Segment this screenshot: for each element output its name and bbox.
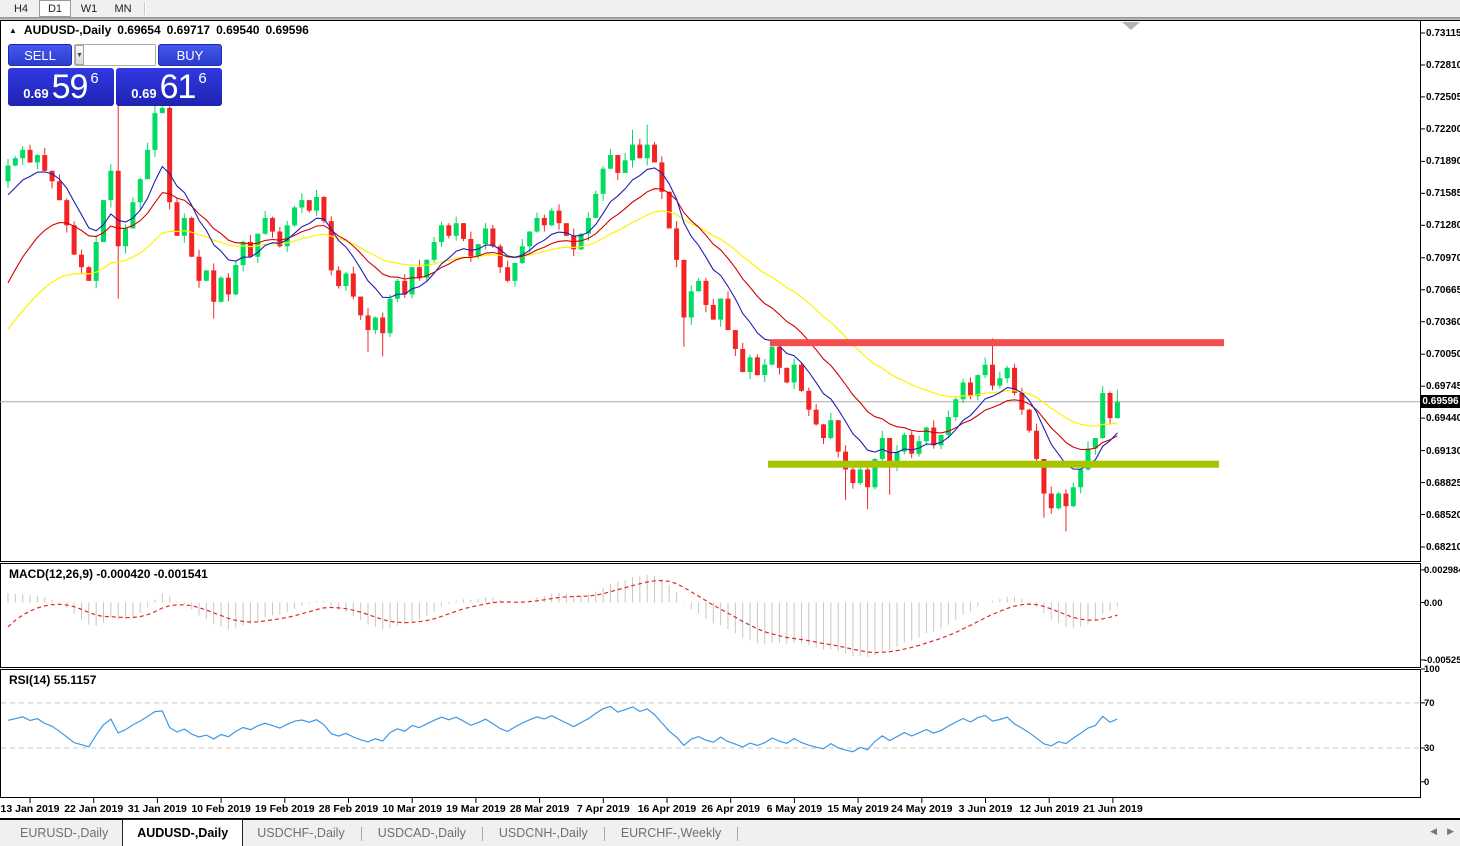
sell-price-big: 59 — [52, 69, 88, 105]
price-axis-label: 0.69130 — [1426, 446, 1460, 457]
volume-stepper: ▼ ▲ — [74, 44, 156, 66]
symbol-tab-usdchf[interactable]: USDCHF-,Daily — [243, 821, 359, 846]
price-axis-label: 0.70970 — [1426, 253, 1460, 264]
date-axis-label: 10 Feb 2019 — [191, 803, 251, 815]
toolbar-separator — [144, 2, 145, 15]
price-axis-label: 0.69745 — [1426, 381, 1460, 392]
price-axis-label: 0.73115 — [1426, 28, 1460, 39]
date-axis-label: 28 Feb 2019 — [319, 803, 379, 815]
rsi-value: 55.1157 — [54, 673, 97, 687]
price-axis-label: 0.70050 — [1426, 349, 1460, 360]
price-axis-label: 0.71890 — [1426, 156, 1460, 167]
date-axis-label: 6 May 2019 — [767, 803, 822, 815]
price-axis-label: 0.72505 — [1426, 92, 1460, 103]
rsi-axis-label: 30 — [1424, 743, 1460, 754]
timeframe-buttons: H4D1W1MN — [4, 0, 140, 17]
tab-separator — [482, 827, 483, 841]
toolbar-divider — [0, 17, 1460, 20]
date-axis-label: 15 May 2019 — [827, 803, 888, 815]
timeframe-button-d1[interactable]: D1 — [39, 0, 71, 17]
ohlc-low: 0.69540 — [216, 23, 259, 37]
date-axis-label: 19 Mar 2019 — [446, 803, 506, 815]
price-axis-label: 0.70360 — [1426, 317, 1460, 328]
macd-axis-label: 0.00 — [1424, 598, 1460, 609]
ohlc-close: 0.69596 — [265, 23, 308, 37]
tab-separator — [737, 827, 738, 841]
price-axis-label: 0.68520 — [1426, 510, 1460, 521]
symbol-tab-usdcad[interactable]: USDCAD-,Daily — [364, 821, 480, 846]
date-axis-label: 7 Apr 2019 — [577, 803, 630, 815]
date-axis-label: 28 Mar 2019 — [510, 803, 570, 815]
macd-axis-label: 0.002984 — [1424, 565, 1460, 576]
symbol-tabbar: EURUSD-,DailyAUDUSD-,DailyUSDCHF-,DailyU… — [0, 819, 1460, 846]
buy-price-sup: 6 — [198, 70, 206, 87]
support-line[interactable] — [768, 461, 1219, 468]
tab-scroll-left-icon[interactable]: ◀ — [1430, 826, 1437, 837]
timeframe-button-w1[interactable]: W1 — [73, 0, 105, 17]
buy-price-big: 61 — [160, 69, 196, 105]
buy-button[interactable]: BUY — [158, 44, 222, 66]
timeframe-button-mn[interactable]: MN — [107, 0, 139, 17]
rsi-axis-label: 100 — [1424, 664, 1460, 675]
rsi-name: RSI(14) — [9, 673, 50, 687]
sell-price-button[interactable]: 0.69 59 6 — [8, 68, 114, 106]
date-axis-label: 24 May 2019 — [891, 803, 952, 815]
resistance-line[interactable] — [770, 339, 1224, 346]
volume-decrease-icon[interactable]: ▼ — [75, 45, 84, 65]
price-axis-label: 0.69440 — [1426, 413, 1460, 424]
mt4-window: H4D1W1MN ▲ AUDUSD-,Daily 0.69654 0.69717… — [0, 0, 1460, 846]
tab-separator — [361, 827, 362, 841]
price-axis-label: 0.71280 — [1426, 220, 1460, 231]
sell-button[interactable]: SELL — [8, 44, 72, 66]
price-axis-label: 0.70665 — [1426, 285, 1460, 296]
macd-name: MACD(12,26,9) — [9, 567, 93, 581]
date-axis-label: 16 Apr 2019 — [638, 803, 697, 815]
one-click-trade-panel: SELL ▼ ▲ BUY 0.69 59 6 0.69 61 6 — [8, 44, 222, 106]
price-axis-label: 0.71585 — [1426, 188, 1460, 199]
date-axis-label: 13 Jan 2019 — [1, 803, 60, 815]
chart-canvas[interactable] — [0, 0, 1460, 846]
rsi-label: RSI(14) 55.1157 — [9, 673, 96, 687]
sell-price-prefix: 0.69 — [23, 86, 48, 101]
sell-price-sup: 6 — [90, 70, 98, 87]
volume-input[interactable] — [84, 45, 156, 65]
macd-label: MACD(12,26,9) -0.000420 -0.001541 — [9, 567, 208, 581]
ohlc-high: 0.69717 — [167, 23, 210, 37]
symbol-tabs: EURUSD-,DailyAUDUSD-,DailyUSDCHF-,DailyU… — [6, 820, 740, 846]
buy-price-button[interactable]: 0.69 61 6 — [116, 68, 222, 106]
price-axis-label: 0.72810 — [1426, 60, 1460, 71]
date-axis-label: 12 Jun 2019 — [1019, 803, 1079, 815]
price-axis-label: 0.72200 — [1426, 124, 1460, 135]
tab-scroll-controls: ◀ ▶ — [1430, 826, 1454, 837]
ohlc-open: 0.69654 — [117, 23, 160, 37]
date-axis-label: 19 Feb 2019 — [255, 803, 315, 815]
rsi-axis-label: 70 — [1424, 698, 1460, 709]
symbol-tab-audusd[interactable]: AUDUSD-,Daily — [122, 819, 243, 846]
chart-symbol: AUDUSD-,Daily — [24, 23, 111, 37]
date-axis-label: 21 Jun 2019 — [1083, 803, 1143, 815]
date-axis-label: 10 Mar 2019 — [382, 803, 442, 815]
price-axis-label: 0.68210 — [1426, 542, 1460, 553]
date-axis-label: 26 Apr 2019 — [701, 803, 760, 815]
symbol-tab-eurchf[interactable]: EURCHF-,Weekly — [607, 821, 735, 846]
date-axis-label: 3 Jun 2019 — [959, 803, 1013, 815]
symbol-marker-icon: ▲ — [9, 26, 17, 35]
date-axis-label: 31 Jan 2019 — [128, 803, 187, 815]
buy-price-prefix: 0.69 — [131, 86, 156, 101]
timeframe-toolbar: H4D1W1MN — [0, 0, 1460, 17]
symbol-tab-eurusd[interactable]: EURUSD-,Daily — [6, 821, 122, 846]
date-axis-label: 22 Jan 2019 — [64, 803, 123, 815]
tab-separator — [604, 827, 605, 841]
timeframe-button-h4[interactable]: H4 — [5, 0, 37, 17]
macd-value-2: -0.001541 — [154, 567, 208, 581]
current-price-badge: 0.69596 — [1421, 395, 1460, 408]
tab-scroll-right-icon[interactable]: ▶ — [1447, 826, 1454, 837]
chart-header: ▲ AUDUSD-,Daily 0.69654 0.69717 0.69540 … — [9, 23, 309, 37]
symbol-tab-usdcnh[interactable]: USDCNH-,Daily — [485, 821, 602, 846]
macd-value-1: -0.000420 — [96, 567, 150, 581]
rsi-axis-label: 0 — [1424, 777, 1460, 788]
price-axis-label: 0.68825 — [1426, 478, 1460, 489]
